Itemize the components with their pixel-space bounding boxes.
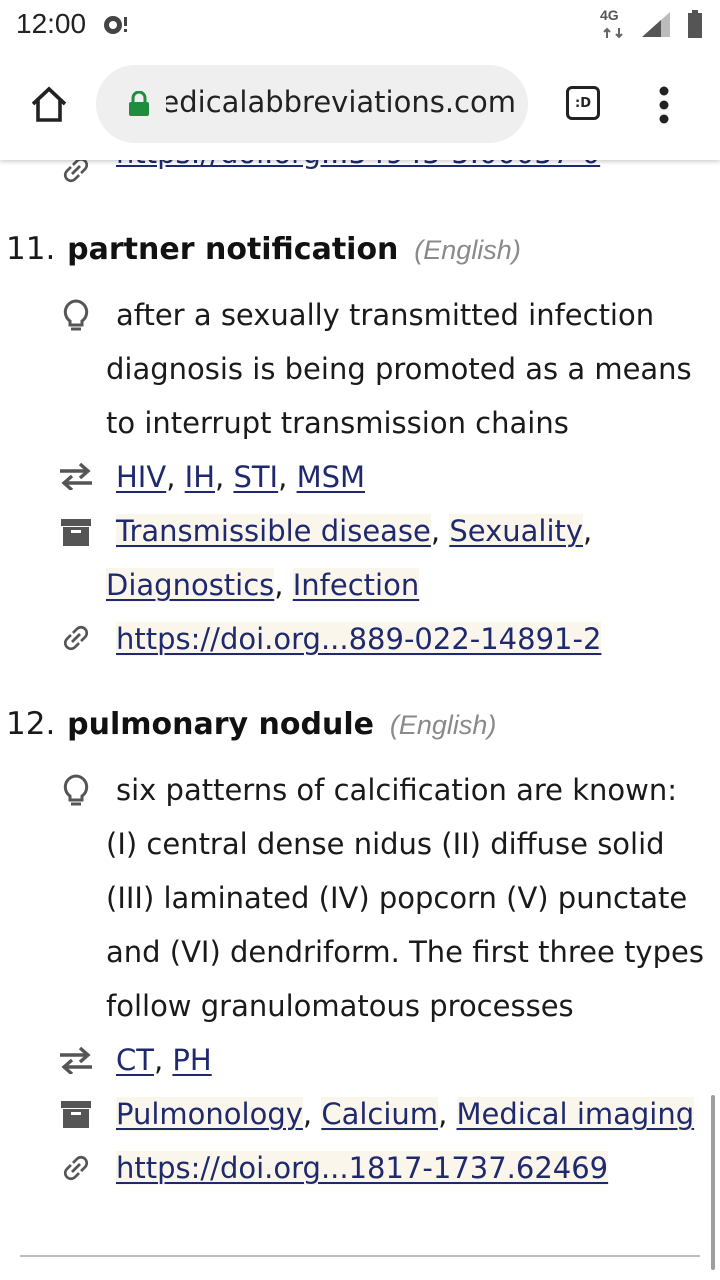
link-icon	[56, 618, 96, 658]
tab-count: :D	[566, 86, 600, 120]
network-type: 4G	[600, 7, 619, 23]
tab-switcher-button[interactable]: :D	[562, 82, 604, 124]
entry-11-heading: 11. partner notification (English)	[6, 231, 521, 267]
entry-11-description: after a sexually transmitted infection d…	[106, 298, 692, 440]
battery-icon	[688, 10, 702, 42]
related-link[interactable]: STI	[233, 460, 278, 494]
doi-link[interactable]: https://doi.org...889-022-14891-2	[116, 622, 602, 656]
entry-number: 11.	[6, 231, 56, 267]
entry-language: (English)	[414, 235, 521, 265]
browser-toolbar: medicalabbreviations.com :D	[0, 60, 720, 152]
entry-term[interactable]: pulmonary nodule	[67, 707, 374, 742]
archive-icon	[56, 1094, 96, 1134]
doi-link[interactable]: https://doi.org...1817-1737.62469	[116, 1151, 609, 1185]
divider	[20, 1255, 700, 1257]
entry-11-doi: https://doi.org...889-022-14891-2	[106, 612, 706, 666]
lightbulb-icon	[56, 296, 96, 336]
entry-number: 12.	[6, 706, 56, 742]
data-arrows-icon	[602, 24, 626, 43]
status-time: 12:00	[16, 8, 87, 39]
entry-11-categories: Transmissible disease, Sexuality, Diagno…	[106, 514, 593, 602]
entry-12-categories: Pulmonology, Calcium, Medical imaging	[116, 1097, 695, 1131]
browser-chrome: 12:00 4G medicalabbreviations.com :D	[0, 0, 720, 160]
archive-icon	[56, 512, 96, 552]
status-bar: 12:00 4G	[0, 0, 720, 50]
link-icon	[56, 1148, 96, 1188]
related-link[interactable]: HIV	[116, 460, 166, 494]
menu-button[interactable]	[646, 82, 682, 128]
lock-icon	[128, 90, 150, 121]
signal-icon	[640, 10, 672, 42]
entry-12-doi: https://doi.org...1817-1737.62469	[106, 1141, 706, 1195]
entry-12-heading: 12. pulmonary nodule (English)	[6, 706, 496, 742]
entry-term[interactable]: partner notification	[67, 232, 398, 267]
related-link[interactable]: PH	[172, 1043, 211, 1077]
url-text[interactable]: medicalabbreviations.com	[166, 85, 516, 119]
swap-arrows-icon	[56, 456, 96, 496]
category-link[interactable]: Transmissible disease	[116, 514, 431, 548]
related-link[interactable]: IH	[185, 460, 215, 494]
entry-12-related: CT, PH	[116, 1043, 212, 1077]
category-link[interactable]: Infection	[292, 568, 420, 602]
category-link[interactable]: Pulmonology	[116, 1097, 303, 1131]
swap-arrows-icon	[56, 1040, 96, 1080]
category-link[interactable]: Medical imaging	[456, 1097, 695, 1131]
more-vert-icon	[659, 86, 669, 124]
category-link[interactable]: Sexuality	[449, 514, 584, 548]
scrollbar[interactable]	[711, 1095, 715, 1270]
related-link[interactable]: MSM	[297, 460, 365, 494]
notification-icon	[102, 14, 130, 40]
entry-11-related: HIV, IH, STI, MSM	[116, 460, 366, 494]
address-bar[interactable]: medicalabbreviations.com	[96, 65, 528, 143]
entry-12-description: six patterns of calcification are known:…	[106, 773, 704, 1023]
page-content: https://doi.org...54945-5.00057-0 11. pa…	[0, 0, 720, 1280]
category-link[interactable]: Diagnostics	[106, 568, 275, 602]
entry-language: (English)	[389, 710, 497, 740]
lightbulb-icon	[56, 771, 96, 811]
related-link[interactable]: CT	[116, 1043, 154, 1077]
home-icon	[31, 86, 67, 122]
category-link[interactable]: Calcium	[321, 1097, 439, 1131]
home-button[interactable]	[22, 76, 76, 132]
